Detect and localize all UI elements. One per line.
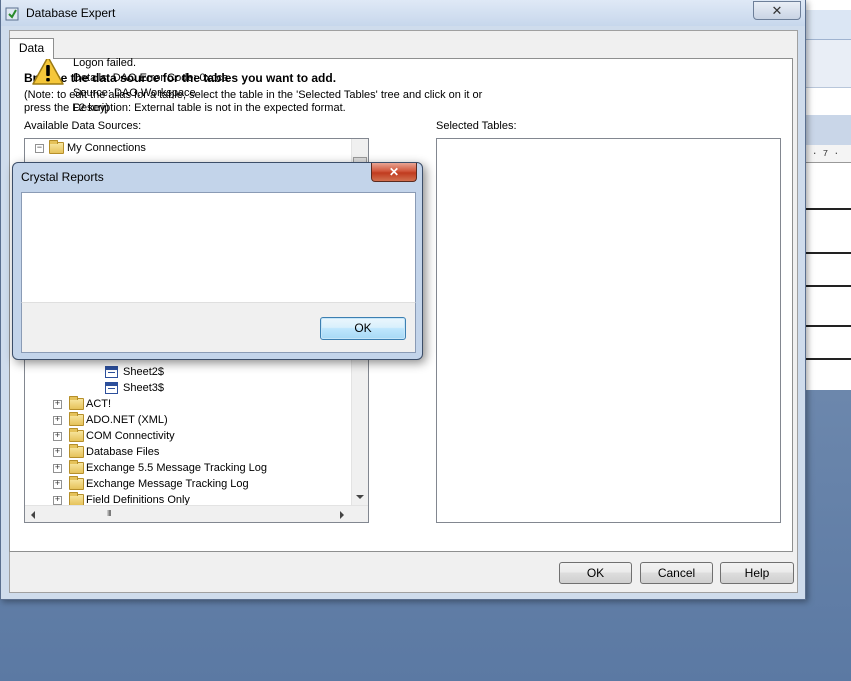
expand-icon[interactable]: + xyxy=(53,480,62,489)
available-data-sources-label: Available Data Sources: xyxy=(24,120,142,132)
tree-item-sheet3[interactable]: Sheet3$ xyxy=(105,380,225,396)
scroll-right-arrow-icon[interactable] xyxy=(340,511,344,519)
background-line xyxy=(806,252,851,254)
tree-item-label: Sheet2$ xyxy=(123,366,164,378)
help-button[interactable]: Help xyxy=(720,562,794,584)
window-titlebar[interactable]: Database Expert ✕ xyxy=(1,0,805,26)
ok-button[interactable]: OK xyxy=(559,562,632,584)
background-toolbar-row xyxy=(806,40,851,64)
window-close-button[interactable]: ✕ xyxy=(753,1,801,20)
tree-item-sheet2[interactable]: Sheet2$ xyxy=(105,364,225,380)
error-line-summary: Logon failed. xyxy=(73,57,136,69)
tree-item-label: ADO.NET (XML) xyxy=(86,414,168,426)
error-line-details: Details: DAO Error Code: 0xcca xyxy=(73,72,229,84)
dialog-ok-button[interactable]: OK xyxy=(320,317,406,340)
table-icon xyxy=(105,366,118,378)
scrollbar-grip[interactable]: III xyxy=(107,509,112,518)
tree-item-my-connections[interactable]: − My Connections xyxy=(35,140,355,156)
window-title: Database Expert xyxy=(26,6,116,20)
tree-item-label: ACT! xyxy=(86,398,112,410)
background-application: · 7 · xyxy=(806,0,851,390)
tree-item-label: COM Connectivity xyxy=(86,430,175,442)
dialog-title: Crystal Reports xyxy=(21,170,104,184)
tab-data[interactable]: Data xyxy=(9,38,54,59)
background-toolbar-row xyxy=(806,64,851,88)
expand-icon[interactable]: + xyxy=(53,496,62,505)
table-icon xyxy=(105,382,118,394)
expand-icon[interactable]: + xyxy=(53,416,62,425)
collapse-icon[interactable]: − xyxy=(35,144,44,153)
tree-item-exchange-log[interactable]: + Exchange Message Tracking Log xyxy=(53,476,343,492)
database-expert-icon xyxy=(5,7,19,21)
tree-item-label: Database Files xyxy=(86,446,160,458)
folder-icon xyxy=(69,444,84,458)
expand-icon[interactable]: + xyxy=(53,448,62,457)
folder-icon xyxy=(69,428,84,442)
tree-item-act[interactable]: + ACT! xyxy=(53,396,343,412)
tree-item-label: Sheet3$ xyxy=(123,382,164,394)
dialog-close-button[interactable]: ✕ xyxy=(371,163,417,182)
error-line-source: Source: DAO.Workspace xyxy=(73,87,196,99)
dialog-message-area xyxy=(21,192,416,302)
background-toolbar xyxy=(806,10,851,40)
folder-icon xyxy=(69,396,84,410)
expand-icon[interactable]: + xyxy=(53,432,62,441)
expand-icon[interactable]: + xyxy=(53,400,62,409)
background-line xyxy=(806,358,851,360)
selected-tables-tree[interactable] xyxy=(436,138,781,523)
tree-item-exchange-55-log[interactable]: + Exchange 5.5 Message Tracking Log xyxy=(53,460,343,476)
folder-icon xyxy=(49,140,64,154)
background-line xyxy=(806,285,851,287)
error-message: Logon failed. Details: DAO Error Code: 0… xyxy=(73,56,346,116)
selected-tables-label: Selected Tables: xyxy=(436,120,517,132)
tree-horizontal-scrollbar[interactable]: III xyxy=(25,505,368,522)
folder-icon xyxy=(69,476,84,490)
tree-item-database-files[interactable]: + Database Files xyxy=(53,444,343,460)
cancel-button[interactable]: Cancel xyxy=(640,562,713,584)
background-line xyxy=(806,325,851,327)
background-line xyxy=(806,208,851,210)
warning-icon xyxy=(32,56,64,85)
tree-item-label: My Connections xyxy=(67,142,146,154)
folder-icon xyxy=(69,460,84,474)
scroll-down-arrow-icon[interactable] xyxy=(356,495,364,499)
expand-icon[interactable]: + xyxy=(53,464,62,473)
background-ruler: · 7 · xyxy=(806,145,851,163)
tree-item-label: Exchange Message Tracking Log xyxy=(86,478,249,490)
error-line-description: Description: External table is not in th… xyxy=(73,102,346,114)
tree-item-com-connectivity[interactable]: + COM Connectivity xyxy=(53,428,343,444)
background-band xyxy=(806,115,851,145)
tree-item-label: Exchange 5.5 Message Tracking Log xyxy=(86,462,268,474)
tree-item-ado-net-xml[interactable]: + ADO.NET (XML) xyxy=(53,412,343,428)
folder-icon xyxy=(69,412,84,426)
scroll-left-arrow-icon[interactable] xyxy=(31,511,35,519)
